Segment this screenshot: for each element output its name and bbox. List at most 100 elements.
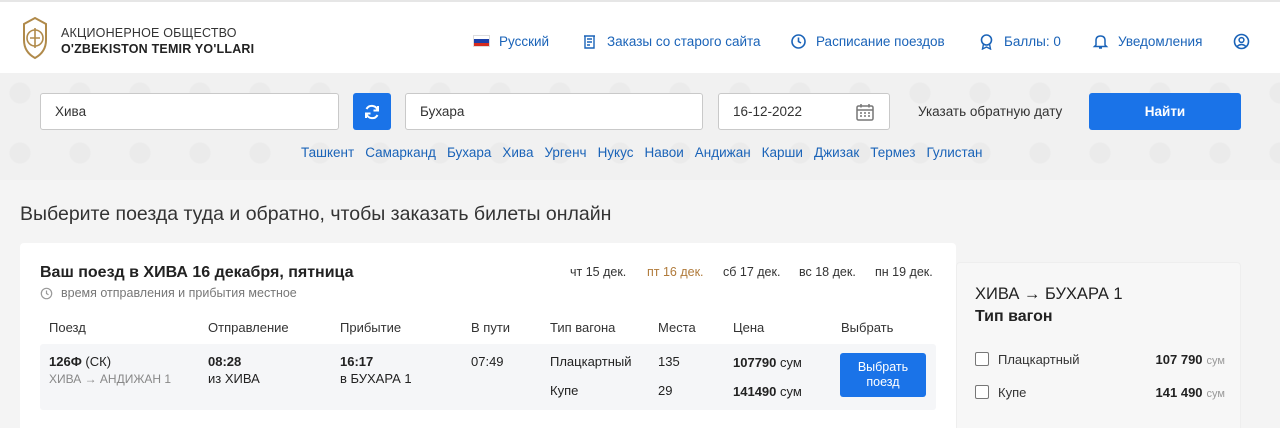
- find-button[interactable]: Найти: [1089, 93, 1241, 130]
- to-station-value: Бухара: [420, 104, 465, 119]
- filter-option-label: Купе: [998, 384, 1027, 400]
- column-header-price: Цена: [733, 320, 765, 335]
- car-price: 141490 сум: [733, 384, 802, 399]
- filter-checkbox[interactable]: [975, 385, 989, 399]
- page-title: Выберите поезда туда и обратно, чтобы за…: [20, 203, 612, 225]
- points-label: Баллы: 0: [1004, 33, 1061, 49]
- user-icon: [1233, 33, 1250, 49]
- filter-checkbox[interactable]: [975, 352, 989, 366]
- user-profile-button[interactable]: [1233, 32, 1250, 50]
- seats-count: 29: [658, 383, 673, 398]
- org-name-line2: O'ZBEKISTON TEMIR YO'LLARI: [61, 42, 255, 56]
- swap-icon: [365, 104, 379, 119]
- bell-icon: [1092, 34, 1109, 49]
- points-link[interactable]: Баллы: 0: [978, 32, 1061, 50]
- calendar-icon[interactable]: [855, 102, 875, 122]
- car-type: Плацкартный: [550, 354, 632, 369]
- select-train-label-line2: поезд: [866, 375, 900, 389]
- column-header-car-type: Тип вагона: [550, 320, 616, 335]
- train-number-value: 126Ф: [49, 354, 82, 369]
- column-header-seats: Места: [658, 320, 696, 335]
- search-area: Хива Бухара 16-12-2022 Указать обратную …: [0, 73, 1280, 180]
- organization-name[interactable]: Акционерное общество O'ZBEKISTON TEMIR Y…: [61, 25, 254, 57]
- to-station-input[interactable]: Бухара: [405, 93, 703, 130]
- price-value: 107790: [733, 355, 777, 370]
- date-tab[interactable]: вс 18 дек.: [799, 265, 875, 279]
- russian-flag-icon: [473, 35, 490, 47]
- clock-icon: [40, 287, 53, 299]
- schedule-label: Расписание поездов: [816, 33, 945, 49]
- quick-city-link[interactable]: Гулистан: [926, 145, 982, 160]
- quick-city-link[interactable]: Джизак: [814, 145, 859, 160]
- date-tab[interactable]: чт 15 дек.: [570, 265, 647, 279]
- price-currency: сум: [780, 384, 802, 399]
- filter-option-label: Плацкартный: [998, 351, 1080, 367]
- trains-panel: Ваш поезд в ХИВА 16 декабря, пятница вре…: [20, 243, 956, 428]
- org-name-line1: Акционерное общество: [61, 26, 237, 40]
- quick-cities: Ташкент Самарканд Бухара Хива Ургенч Нук…: [301, 145, 982, 160]
- return-date-link[interactable]: Указать обратную дату: [918, 104, 1062, 119]
- quick-city-link[interactable]: Нукус: [598, 145, 634, 160]
- select-train-button[interactable]: Выбрать поезд: [840, 353, 926, 397]
- filter-option-price: 107 790 сум: [1156, 352, 1225, 367]
- filter-price-currency: сум: [1206, 387, 1225, 400]
- quick-city-link[interactable]: Андижан: [695, 145, 751, 160]
- archive-icon: [584, 34, 595, 49]
- filter-price-value: 107 790: [1155, 351, 1203, 367]
- select-train-label-line1: Выбрать: [857, 360, 909, 374]
- car-type-filter-panel: ХИВА → БУХАРА 1 Тип вагон Плацкартный 10…: [956, 262, 1241, 428]
- train-type: (СК): [85, 354, 112, 369]
- swap-stations-button[interactable]: [353, 93, 391, 130]
- medal-icon: [980, 33, 993, 50]
- filter-option[interactable]: Плацкартный 107 790 сум: [975, 350, 1225, 368]
- quick-city-link[interactable]: Бухара: [447, 145, 491, 160]
- date-tab[interactable]: пн 19 дек.: [875, 265, 933, 279]
- quick-city-link[interactable]: Самарканд: [365, 145, 436, 160]
- notifications-label: Уведомления: [1118, 33, 1203, 49]
- quick-city-link[interactable]: Карши: [762, 145, 803, 160]
- column-header-arrival: Прибытие: [340, 320, 402, 335]
- column-header-departure: Отправление: [208, 320, 289, 335]
- filter-price-value: 141 490: [1155, 384, 1203, 400]
- quick-city-link[interactable]: Термез: [870, 145, 915, 160]
- old-orders-label: Заказы со старого сайта: [607, 33, 761, 49]
- column-header-duration: В пути: [471, 320, 511, 335]
- filter-route: ХИВА → БУХАРА 1: [975, 285, 1123, 303]
- departure-station: из ХИВА: [208, 371, 260, 386]
- date-input[interactable]: 16-12-2022: [718, 93, 890, 130]
- quick-city-link[interactable]: Ургенч: [544, 145, 586, 160]
- date-selector: чт 15 дек. пт 16 дек. сб 17 дек. вс 18 д…: [570, 265, 933, 279]
- date-tab[interactable]: сб 17 дек.: [723, 265, 799, 279]
- trains-title: Ваш поезд в ХИВА 16 декабря, пятница: [40, 264, 354, 281]
- train-number: 126Ф (СК): [49, 354, 111, 369]
- price-currency: сум: [780, 355, 802, 370]
- train-route: ХИВА → АНДИЖАН 1: [49, 372, 172, 386]
- price-value: 141490: [733, 384, 777, 399]
- filter-price-currency: сум: [1206, 354, 1225, 367]
- site-header: Акционерное общество O'ZBEKISTON TEMIR Y…: [0, 0, 1280, 73]
- car-price: 107790 сум: [733, 355, 802, 370]
- column-header-select: Выбрать: [841, 320, 894, 335]
- schedule-link[interactable]: Расписание поездов: [790, 32, 945, 50]
- table-row: 126Ф (СК) ХИВА → АНДИЖАН 1 08:28 из ХИВА…: [40, 344, 936, 410]
- travel-duration: 07:49: [471, 354, 504, 369]
- notifications-link[interactable]: Уведомления: [1092, 32, 1202, 50]
- date-tab-active[interactable]: пт 16 дек.: [647, 265, 723, 279]
- company-logo-icon[interactable]: [20, 16, 50, 60]
- quick-city-link[interactable]: Хива: [502, 145, 533, 160]
- language-switch[interactable]: Русский: [473, 32, 549, 50]
- old-orders-link[interactable]: Заказы со старого сайта: [581, 32, 761, 50]
- arrival-time: 16:17: [340, 354, 374, 369]
- filter-heading: Тип вагон: [975, 308, 1053, 325]
- quick-city-link[interactable]: Ташкент: [301, 145, 354, 160]
- car-type: Купе: [550, 383, 579, 398]
- departure-time: 08:28: [208, 354, 242, 369]
- column-header-train: Поезд: [49, 320, 86, 335]
- arrival-station: в БУХАРА 1: [340, 371, 412, 386]
- filter-option[interactable]: Купе 141 490 сум: [975, 383, 1225, 401]
- from-station-input[interactable]: Хива: [40, 93, 339, 130]
- clock-icon: [791, 33, 806, 49]
- quick-city-link[interactable]: Навои: [644, 145, 683, 160]
- local-time-note: время отправления и прибытия местное: [40, 286, 297, 300]
- seats-count: 135: [658, 354, 680, 369]
